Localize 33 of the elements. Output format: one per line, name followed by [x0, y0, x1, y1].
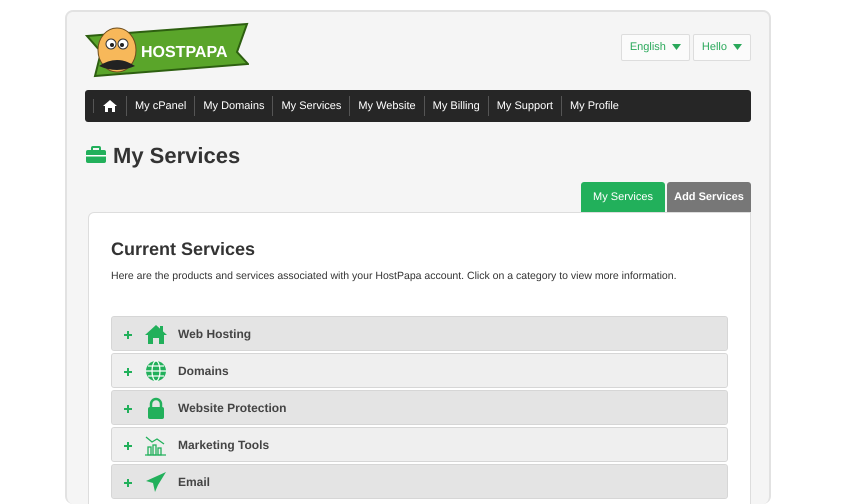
plus-icon [124, 404, 132, 413]
category-row[interactable]: Email [111, 464, 728, 500]
nav-link[interactable]: My Profile [560, 96, 627, 116]
globe-icon [144, 360, 168, 382]
section-description: Here are the products and services associated with your HostPapa account. Click on a category to view more information. [111, 268, 678, 284]
plus-icon [124, 442, 132, 450]
nav-link[interactable]: My Domains [194, 96, 272, 116]
category-row[interactable]: Marketing Tools [111, 427, 728, 462]
nav-link[interactable]: My Services [272, 96, 350, 116]
category-row[interactable]: Web Hosting [111, 316, 728, 352]
category-label: Web Hosting [178, 326, 252, 343]
plus-icon [124, 368, 132, 376]
category-row[interactable]: Domains [111, 353, 728, 388]
plus-icon [124, 478, 132, 487]
section-title: Current Services [111, 239, 256, 261]
category-label: Domains [178, 362, 229, 380]
plus-icon [124, 330, 132, 339]
nav-link[interactable]: My Billing [424, 96, 488, 116]
category-label: Marketing Tools [178, 436, 270, 454]
caret-icon [672, 44, 681, 50]
category-row[interactable]: Website Protection [111, 390, 728, 426]
house-icon [144, 322, 168, 345]
page-title: My Services [113, 142, 240, 170]
nav-link[interactable]: My Support [488, 96, 561, 116]
category-label: Website Protection [178, 400, 286, 417]
nav-link[interactable]: My cPanel [126, 96, 194, 116]
caret-icon [733, 44, 742, 50]
toolbox-icon [85, 146, 107, 164]
category-label: Email [178, 474, 210, 491]
tab[interactable]: Add Services [667, 182, 751, 212]
paper-plane-icon [144, 470, 168, 493]
bar-chart-icon [144, 434, 168, 456]
nav-link[interactable]: My Website [349, 96, 424, 116]
